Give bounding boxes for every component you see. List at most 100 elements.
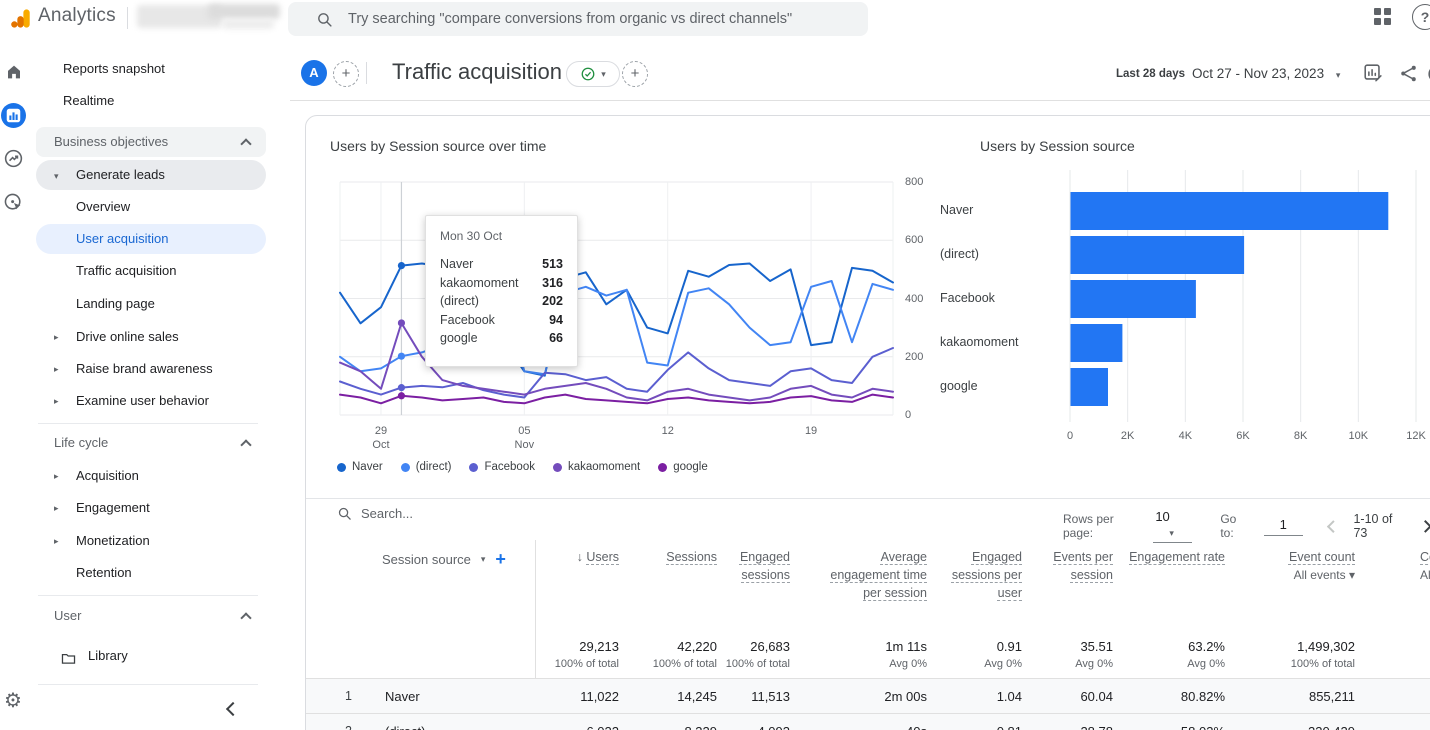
add-comparison-button[interactable]: + — [333, 61, 359, 87]
home-icon[interactable] — [5, 63, 23, 86]
collapse-chevron-icon — [240, 439, 252, 451]
sidebar-item-library[interactable]: Library — [36, 641, 266, 671]
sidebar-item-overview[interactable]: Overview — [36, 192, 266, 222]
goto-label: Go to: — [1220, 512, 1237, 540]
add-report-tab-button[interactable]: + — [622, 61, 648, 87]
sidebar-item-generate-leads[interactable]: ▾ Generate leads — [36, 160, 266, 190]
collapse-chevron-icon — [240, 138, 252, 150]
sidebar-item-retention[interactable]: Retention — [36, 558, 266, 588]
bar-google[interactable] — [1070, 368, 1109, 406]
legend-item-facebook[interactable]: Facebook — [469, 461, 535, 473]
customize-report-icon[interactable] — [1362, 62, 1384, 89]
sidebar-item-acquisition[interactable]: ▸ Acquisition — [36, 461, 266, 491]
dropdown-caret-icon: ▾ — [601, 68, 606, 79]
report-avatar-badge[interactable]: A — [301, 60, 327, 86]
bar-x-tick-label: 8K — [1293, 430, 1308, 442]
date-range-picker[interactable]: Oct 27 - Nov 23, 2023 ▾ — [1192, 66, 1340, 81]
legend-item-direct[interactable]: (direct) — [400, 461, 451, 473]
bar-naver[interactable] — [1070, 192, 1389, 230]
rows-per-page-select[interactable]: 10 ▾ — [1153, 509, 1193, 543]
bar-facebook[interactable] — [1070, 280, 1196, 318]
legend-item-google[interactable]: google — [658, 461, 708, 473]
goto-page-input[interactable]: 1 — [1263, 517, 1303, 536]
google-analytics-logo-icon[interactable] — [9, 7, 32, 35]
previous-page-icon[interactable] — [1326, 519, 1340, 533]
bar-kakaomoment[interactable] — [1070, 324, 1123, 362]
column-header-engaged-sessions-per-user[interactable]: Engaged sessions per user — [927, 548, 1022, 602]
apps-grid-icon[interactable] — [1374, 8, 1391, 25]
dimension-header-session-source[interactable]: Session source ▾ + — [382, 549, 506, 570]
hover-dot — [397, 261, 406, 270]
sidebar-item-monetization[interactable]: ▸ Monetization — [36, 526, 266, 556]
bar-category-label: kakaomoment — [940, 335, 1019, 349]
column-subfilter[interactable]: All events ▾ — [1240, 566, 1355, 584]
tooltip-row: kakaomoment 316 — [440, 275, 563, 290]
collapse-sidebar-icon[interactable] — [225, 701, 241, 717]
search-placeholder: Try searching "compare conversions from … — [348, 11, 793, 27]
sidebar-item-realtime[interactable]: Realtime — [36, 86, 266, 116]
section-user[interactable]: User — [36, 601, 266, 631]
sidebar-item-user-acquisition[interactable]: User acquisition — [36, 224, 266, 254]
insights-icon[interactable] — [1426, 63, 1430, 90]
bar-x-tick-label: 2K — [1120, 430, 1135, 442]
column-header-event-count[interactable]: Event count All events ▾ — [1240, 548, 1355, 584]
legend-item-naver[interactable]: Naver — [337, 461, 383, 473]
property-name-redacted[interactable] — [208, 4, 280, 19]
advertising-icon[interactable] — [3, 192, 24, 218]
line-series-kakaomoment — [339, 322, 894, 402]
reports-icon[interactable] — [1, 103, 26, 128]
tooltip-row: google 66 — [440, 331, 563, 345]
column-header-engagement-rate[interactable]: Engagement rate — [1120, 548, 1225, 566]
y-tick-label: 0 — [905, 409, 912, 421]
report-nav: Reports snapshot Realtime Business objec… — [28, 36, 290, 730]
column-header-conversions[interactable]: ConversionsAll events ▾ — [1420, 548, 1430, 584]
sidebar-item-traffic-acquisition[interactable]: Traffic acquisition — [36, 256, 266, 286]
totals-value: 35.51 — [1080, 639, 1113, 654]
explore-icon[interactable] — [3, 148, 24, 174]
sidebar-item-reports-snapshot[interactable]: Reports snapshot — [36, 54, 266, 84]
table-pagination: Rows per page: 10 ▾ Go to: 1 1-10 of 73 — [1063, 509, 1430, 543]
bar-x-tick-label: 12K — [1406, 430, 1426, 442]
sidebar-item-examine-user-behavior[interactable]: ▸ Examine user behavior — [36, 386, 266, 416]
column-header-sessions[interactable]: Sessions — [627, 548, 717, 566]
admin-gear-icon[interactable]: ⚙ — [4, 688, 22, 713]
section-life-cycle[interactable]: Life cycle — [36, 428, 266, 458]
x-tick-label: Oct — [372, 439, 390, 451]
search-icon — [337, 506, 352, 521]
legend-item-kakaomoment[interactable]: kakaomoment — [552, 461, 640, 473]
nav-divider — [38, 684, 258, 685]
bar-direct[interactable] — [1070, 236, 1245, 274]
column-subfilter[interactable]: All events ▾ — [1420, 566, 1430, 584]
row-cell: 855,211 — [1308, 689, 1355, 704]
users-over-time-line-chart[interactable] — [339, 181, 894, 416]
share-icon[interactable] — [1398, 63, 1419, 89]
global-search-bar[interactable]: Try searching "compare conversions from … — [288, 2, 868, 36]
folder-icon — [60, 648, 77, 678]
sidebar-item-raise-brand-awareness[interactable]: ▸ Raise brand awareness — [36, 354, 266, 384]
sidebar-item-drive-online-sales[interactable]: ▸ Drive online sales — [36, 322, 266, 352]
sidebar-item-landing-page[interactable]: Landing page — [36, 289, 266, 319]
sidebar-item-engagement[interactable]: ▸ Engagement — [36, 493, 266, 523]
report-status-dropdown[interactable]: ▾ — [566, 61, 620, 87]
column-header-engaged-sessions[interactable]: Engaged sessions — [705, 548, 790, 584]
next-page-icon[interactable] — [1419, 519, 1430, 533]
users-by-source-bar-chart[interactable] — [1069, 170, 1417, 422]
y-tick-label: 200 — [905, 350, 924, 363]
column-header-events-per-session[interactable]: Events per session — [1038, 548, 1113, 584]
row-number: 1 — [345, 689, 352, 703]
help-icon[interactable]: ? — [1412, 4, 1430, 30]
header-divider — [366, 62, 367, 84]
x-tick-label: 19 — [804, 425, 818, 437]
row-cell: 4,093 — [660, 724, 790, 730]
hover-dot — [397, 352, 406, 360]
add-dimension-icon[interactable]: + — [495, 549, 506, 570]
legend-dot-icon — [400, 462, 410, 472]
totals-sub-label: 100% of total — [725, 658, 790, 670]
chart-tooltip: Mon 30 Oct Naver 513 kakaomoment 316 (dire… — [425, 215, 578, 367]
collapsed-arrow-icon: ▸ — [54, 503, 59, 513]
section-business-objectives[interactable]: Business objectives — [36, 127, 266, 157]
column-header-average-engagement-time-per-session[interactable]: Average engagement time per session — [817, 548, 927, 602]
bar-x-tick-label: 4K — [1178, 430, 1193, 442]
column-header-users[interactable]: ↓ Users — [529, 548, 619, 566]
table-search-input[interactable]: Search... — [337, 506, 413, 521]
